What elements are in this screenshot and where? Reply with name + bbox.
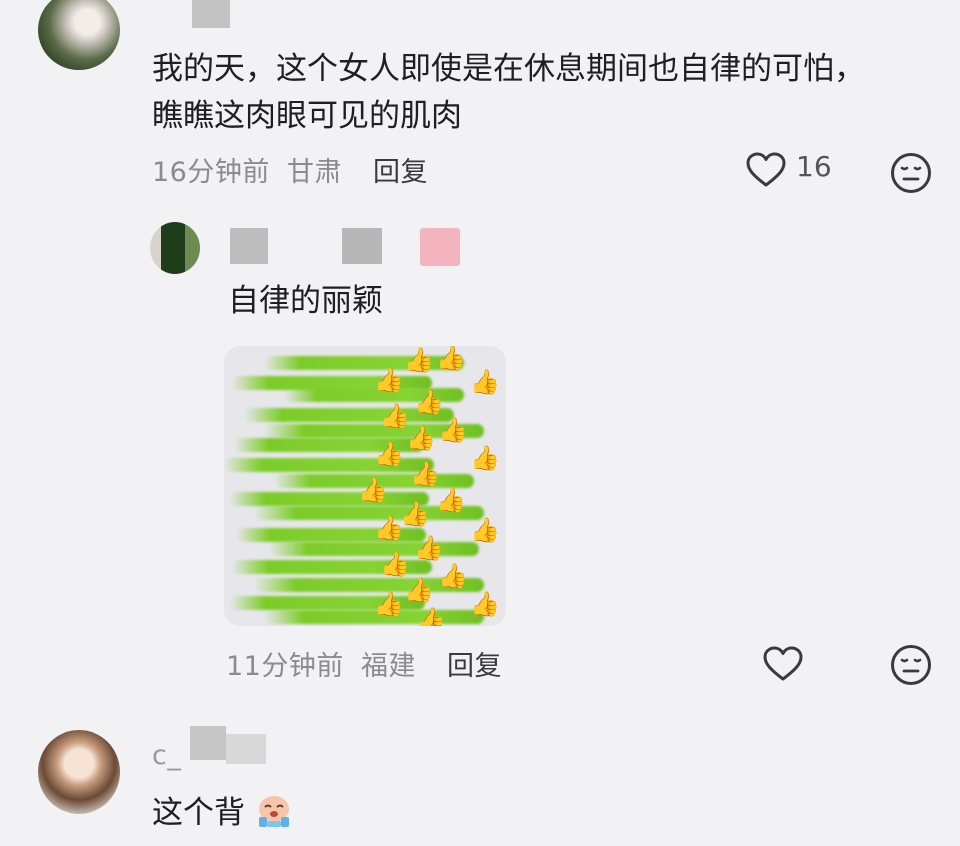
thumbs-up-emoji: 👍 <box>436 486 466 514</box>
comment-2-body: 这个背 <box>152 795 245 831</box>
thumbs-up-emoji: 👍 <box>374 366 404 394</box>
thumbs-up-emoji: 👍 <box>414 388 444 416</box>
thumbs-up-emoji: 👍 <box>358 476 388 504</box>
thumbs-up-emoji: 👍 <box>410 460 440 488</box>
replier-name-redacted-1 <box>230 228 268 264</box>
username-redacted <box>192 0 230 28</box>
avatar-commenter-2[interactable] <box>38 730 120 814</box>
avatar-commenter-1[interactable] <box>38 0 120 70</box>
reply-1-text: 自律的丽颖 <box>228 283 383 319</box>
thumbs-up-emoji: 👍 <box>438 562 468 590</box>
reply-1-meta: 11分钟前 福建 回复 <box>226 644 502 683</box>
reply-1-time: 11分钟前 <box>226 651 344 682</box>
thumbs-up-emoji: 👍 <box>404 576 434 604</box>
heart-outline-icon[interactable] <box>746 152 786 188</box>
comment-1-like-count: 16 <box>796 150 832 183</box>
reply-1-location: 福建 <box>360 651 416 682</box>
thumbs-up-emoji: 👍 <box>470 516 500 544</box>
thumbs-up-emoji: 👍 <box>416 606 446 626</box>
meh-face-icon[interactable] <box>890 644 932 686</box>
thumbs-up-emoji: 👍 <box>400 500 430 528</box>
thumbs-up-emoji: 👍 <box>470 590 500 618</box>
comment-1-location: 甘肃 <box>286 157 342 188</box>
thumbs-up-emoji: 👍 <box>438 416 468 444</box>
heart-outline-icon[interactable] <box>763 646 803 682</box>
comment-2-username: c_ <box>152 740 182 771</box>
thumbs-up-emoji: 👍 <box>374 590 404 618</box>
comment-1-line-1: 我的天，这个女人即使是在休息期间也自律的可怕， <box>152 51 865 87</box>
comment-1-line-2: 瞧瞧这肉眼可见的肌肉 <box>152 98 462 134</box>
crying-face-emoji <box>255 793 293 829</box>
comment-1-text: 我的天，这个女人即使是在休息期间也自律的可怕， 瞧瞧这肉眼可见的肌肉 <box>152 46 932 140</box>
thumbs-up-emoji: 👍 <box>470 368 500 396</box>
comment-1-meta: 16分钟前 甘肃 回复 <box>152 150 428 189</box>
meh-face-icon[interactable] <box>890 152 932 194</box>
thumbs-up-emoji: 👍 <box>406 424 436 452</box>
replier-name-redacted-2 <box>342 228 382 264</box>
comment-1-reply-button[interactable]: 回复 <box>373 157 428 188</box>
username-redacted <box>190 726 226 760</box>
avatar-replier-1[interactable] <box>150 222 200 274</box>
thumbs-up-emoji: 👍 <box>470 444 500 472</box>
thumbs-up-emoji: 👍 <box>380 550 410 578</box>
username-redacted <box>226 734 266 764</box>
thumbs-up-emoji: 👍 <box>436 346 466 372</box>
thumbs-up-emoji: 👍 <box>374 514 404 542</box>
thumbs-up-emoji: 👍 <box>404 346 434 374</box>
replier-badge-redacted <box>420 228 460 266</box>
thumbs-up-sticker[interactable]: 👍 👍 👍 👍 👍 👍 👍 👍 👍 👍 👍 👍 👍 👍 👍 👍 👍 👍 👍 👍 … <box>224 346 506 626</box>
thumbs-up-emoji: 👍 <box>374 440 404 468</box>
thumbs-up-emoji: 👍 <box>414 534 444 562</box>
comment-2-text: 这个背 <box>152 790 293 837</box>
reply-1-reply-button[interactable]: 回复 <box>447 651 502 682</box>
comment-1-time: 16分钟前 <box>152 157 270 188</box>
